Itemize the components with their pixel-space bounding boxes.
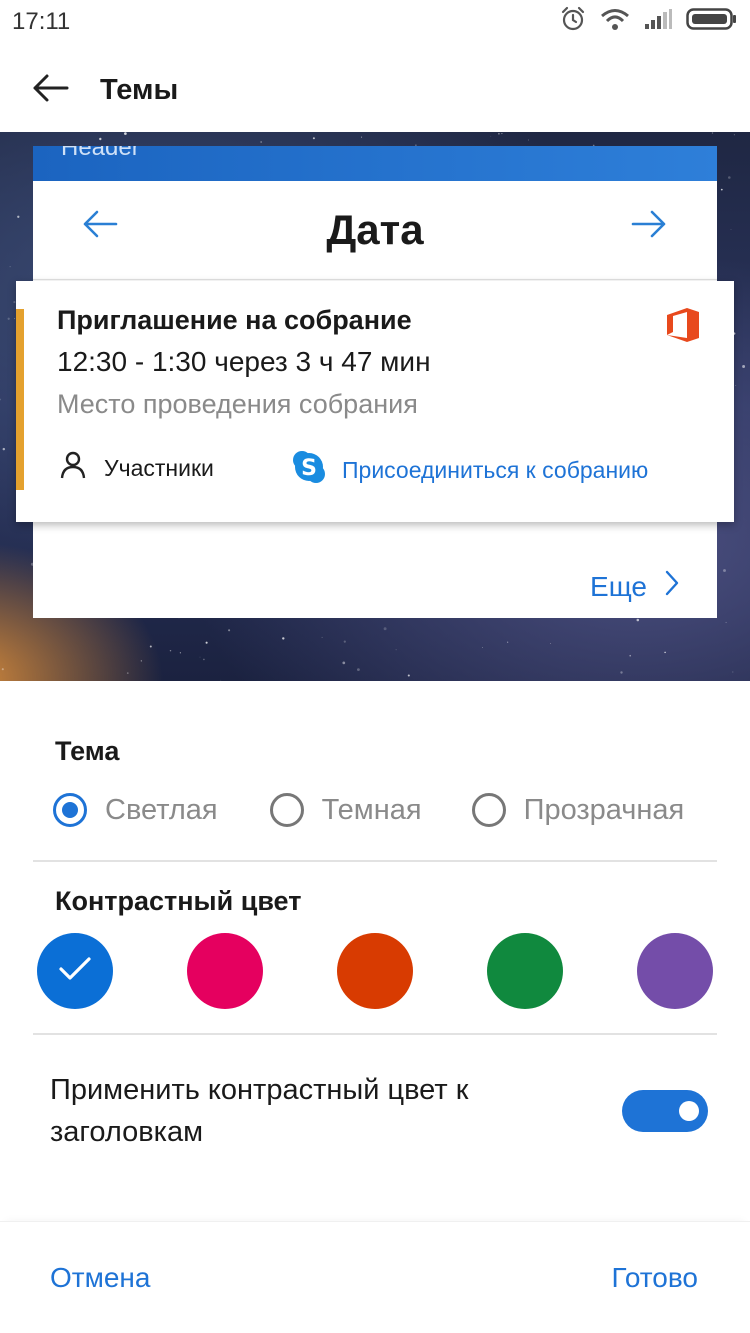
radio-icon xyxy=(53,793,87,827)
theme-option-label: Светлая xyxy=(105,793,218,826)
radio-icon xyxy=(269,793,304,827)
chevron-right-icon xyxy=(665,570,679,603)
attendees[interactable]: Участники xyxy=(60,451,214,485)
accent-swatch-purple[interactable] xyxy=(637,933,713,1009)
app-bar: Темы xyxy=(0,44,750,132)
widget-divider xyxy=(33,279,717,280)
wifi-icon xyxy=(600,7,630,36)
next-date-button[interactable] xyxy=(627,204,671,248)
apply-accent-to-headers-label: Применить контрастный цвет к заголовкам xyxy=(50,1074,469,1148)
status-icons xyxy=(560,6,738,36)
accent-section-title: Контрастный цвет xyxy=(55,886,302,916)
status-time: 17:11 xyxy=(12,8,71,35)
office-icon xyxy=(666,307,700,348)
theme-option-light[interactable]: Светлая xyxy=(53,793,218,827)
theme-preview: Header Дата Еще Приглашение на собрание … xyxy=(0,132,750,681)
attendees-label: Участники xyxy=(104,454,214,481)
signal-icon xyxy=(644,8,672,35)
theme-option-transparent[interactable]: Прозрачная xyxy=(471,793,685,827)
cancel-button[interactable]: Отмена xyxy=(50,1262,150,1294)
skype-icon: S xyxy=(291,449,327,491)
event-accent-bar xyxy=(16,309,24,490)
theme-radio-group: Светлая Темная Прозрачная xyxy=(53,793,684,827)
event-time: 12:30 - 1:30 через 3 ч 47 мин xyxy=(57,346,431,377)
radio-icon xyxy=(471,793,506,827)
accent-swatch-orange[interactable] xyxy=(337,933,413,1009)
widget-date-title: Дата xyxy=(326,206,424,253)
theme-option-label: Темная xyxy=(321,793,422,826)
svg-text:S: S xyxy=(301,456,317,481)
apply-accent-to-headers-toggle[interactable] xyxy=(622,1090,708,1132)
theme-option-label: Прозрачная xyxy=(523,793,685,826)
theme-settings: Тема Светлая Темная Прозрачная Контрастн… xyxy=(0,681,750,1221)
widget-header-text: Header xyxy=(61,146,140,161)
divider xyxy=(33,1033,717,1035)
back-button[interactable] xyxy=(22,64,78,116)
toggle-knob xyxy=(679,1101,699,1121)
person-icon xyxy=(60,451,86,485)
accent-swatch-pink[interactable] xyxy=(187,933,263,1009)
arrow-left-icon xyxy=(31,73,69,108)
event-title: Приглашение на собрание xyxy=(57,305,412,335)
more-link[interactable]: Еще xyxy=(590,570,679,603)
done-button[interactable]: Готово xyxy=(612,1262,698,1294)
status-bar: 17:11 xyxy=(0,0,750,44)
alarm-icon xyxy=(560,6,586,37)
page-title: Темы xyxy=(100,74,179,106)
more-label: Еще xyxy=(590,570,647,602)
divider xyxy=(33,860,717,862)
theme-section-title: Тема xyxy=(55,736,120,766)
footer-actions: Отмена Готово xyxy=(0,1221,750,1333)
event-card[interactable]: Приглашение на собрание 12:30 - 1:30 чер… xyxy=(16,281,734,522)
accent-swatch-green[interactable] xyxy=(487,933,563,1009)
accent-swatch-blue[interactable] xyxy=(37,933,113,1009)
event-location: Место проведения собрания xyxy=(57,389,418,419)
accent-color-swatches xyxy=(37,933,713,1009)
theme-option-dark[interactable]: Темная xyxy=(269,793,422,827)
join-label: Присоединиться к собранию xyxy=(342,456,649,483)
arrow-right-icon xyxy=(630,208,668,245)
battery-icon xyxy=(686,7,738,36)
join-meeting-link[interactable]: S Присоединиться к собранию xyxy=(291,449,648,491)
checkmark-icon xyxy=(58,956,92,987)
widget-header: Header xyxy=(33,146,717,181)
